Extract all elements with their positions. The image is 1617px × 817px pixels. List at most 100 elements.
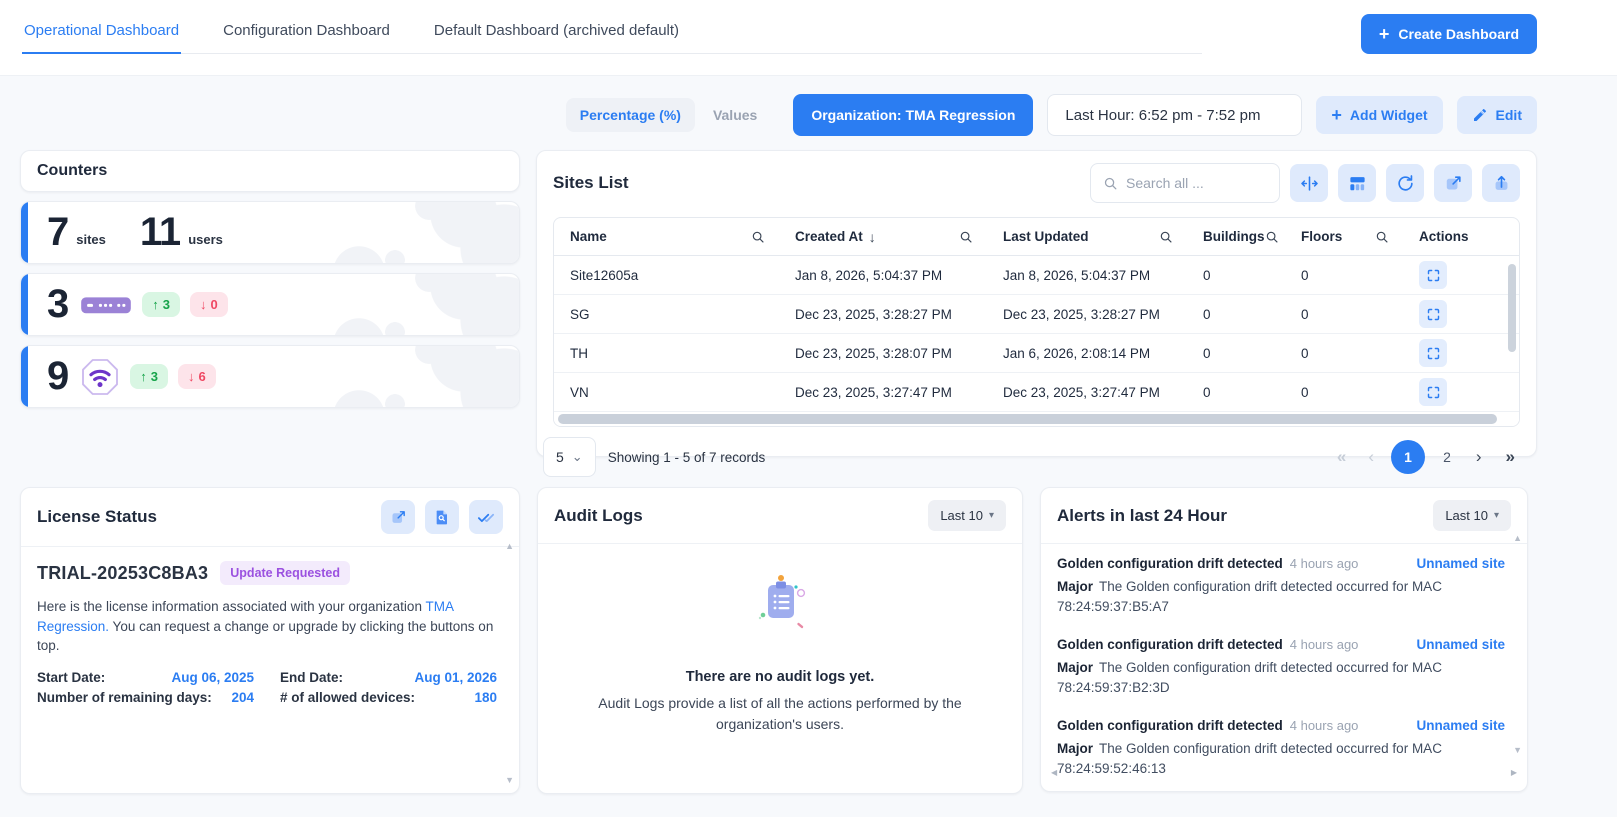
audit-logs-widget: Audit Logs Last 10 ▾: [537, 487, 1023, 794]
table-row[interactable]: VN Dec 23, 2025, 3:27:47 PM Dec 23, 2025…: [554, 373, 1519, 412]
counter-accent-bar: [21, 346, 28, 407]
scrollbar-thumb[interactable]: [558, 414, 1497, 424]
buildings-cell: 0: [1203, 307, 1301, 322]
column-resize-button[interactable]: [1290, 164, 1328, 202]
column-header-floors[interactable]: Floors: [1301, 229, 1419, 244]
alert-site-link[interactable]: Unnamed site: [1416, 556, 1505, 571]
manage-columns-button[interactable]: [1338, 164, 1376, 202]
horizontal-scroll-controls: ◀ ▶: [1051, 769, 1517, 777]
start-date-label: Start Date:: [37, 670, 105, 685]
percentage-toggle[interactable]: Percentage (%): [566, 98, 695, 132]
sites-table-header: Name Created At ↓ Last Updated Buildings: [554, 218, 1519, 256]
site-name-cell[interactable]: Site12605a: [570, 268, 795, 283]
document-search-icon: [434, 509, 450, 525]
audit-filter-dropdown[interactable]: Last 10 ▾: [928, 500, 1006, 531]
scroll-left-icon[interactable]: ◀: [1051, 769, 1057, 777]
page-2-button[interactable]: 2: [1435, 447, 1459, 467]
vertical-scrollbar[interactable]: [1507, 258, 1517, 410]
column-search-icon[interactable]: [1265, 230, 1279, 244]
open-fullscreen-button[interactable]: [1434, 164, 1472, 202]
list-item[interactable]: Golden configuration drift detected 4 ho…: [1057, 556, 1505, 616]
time-range-picker[interactable]: Last Hour: 6:52 pm - 7:52 pm: [1047, 94, 1302, 136]
column-search-icon[interactable]: [959, 230, 973, 244]
audit-empty-title: There are no audit logs yet.: [686, 669, 875, 685]
column-search-icon[interactable]: [751, 230, 765, 244]
scroll-right-icon[interactable]: ▶: [1511, 769, 1517, 777]
open-in-new-icon: [390, 509, 407, 526]
site-name-cell[interactable]: VN: [570, 385, 795, 400]
scroll-up-icon[interactable]: ▲: [1513, 534, 1522, 543]
license-approve-button[interactable]: [469, 500, 503, 534]
horizontal-scrollbar[interactable]: [554, 412, 1519, 426]
access-points-down-count: 6: [198, 369, 205, 384]
table-row[interactable]: Site12605a Jan 8, 2026, 5:04:37 PM Jan 8…: [554, 256, 1519, 295]
column-header-last-updated[interactable]: Last Updated: [1003, 229, 1203, 244]
scrollbar-thumb[interactable]: [1508, 264, 1516, 352]
license-start-date-row: Start Date: Aug 06, 2025: [37, 670, 254, 685]
column-header-created-at[interactable]: Created At ↓: [795, 229, 1003, 245]
table-row[interactable]: SG Dec 23, 2025, 3:28:27 PM Dec 23, 2025…: [554, 295, 1519, 334]
sites-search-input[interactable]: [1126, 175, 1256, 191]
column-label: Floors: [1301, 229, 1342, 244]
refresh-button[interactable]: [1386, 164, 1424, 202]
sort-descending-icon[interactable]: ↓: [869, 229, 876, 245]
previous-page-button[interactable]: ‹: [1361, 445, 1381, 469]
first-page-button[interactable]: «: [1330, 445, 1351, 469]
site-name-cell[interactable]: SG: [570, 307, 795, 322]
counters-widget: Counters 7 sites 11 users 3 ↑ 3 ↓ 0: [20, 150, 520, 408]
page-size-value: 5: [556, 449, 564, 465]
values-toggle[interactable]: Values: [699, 98, 771, 132]
tab-default-dashboard[interactable]: Default Dashboard (archived default): [432, 14, 681, 53]
column-header-buildings[interactable]: Buildings: [1203, 229, 1301, 244]
counter-card-sites-users[interactable]: 7 sites 11 users: [20, 201, 520, 264]
license-status-widget: License Status TRIAL-20253C8BA3 Update R…: [20, 487, 520, 794]
create-dashboard-button[interactable]: + Create Dashboard: [1361, 14, 1537, 54]
license-review-button[interactable]: [425, 500, 459, 534]
column-search-icon[interactable]: [1159, 230, 1173, 244]
edit-dashboard-button[interactable]: Edit: [1457, 96, 1537, 134]
scroll-down-icon[interactable]: ▼: [505, 776, 514, 785]
column-header-name[interactable]: Name: [570, 229, 795, 244]
expand-site-button[interactable]: [1419, 300, 1447, 328]
end-date-value: Aug 01, 2026: [414, 670, 497, 685]
alerts-filter-value: Last 10: [1445, 508, 1488, 523]
counter-card-switches[interactable]: 3 ↑ 3 ↓ 0: [20, 273, 520, 336]
expand-site-button[interactable]: [1419, 378, 1447, 406]
audit-empty-state: There are no audit logs yet. Audit Logs …: [538, 544, 1022, 735]
organization-selector-button[interactable]: Organization: TMA Regression: [793, 94, 1033, 136]
page-size-select[interactable]: 5 ⌄: [543, 437, 596, 477]
list-item[interactable]: Golden configuration drift detected 4 ho…: [1057, 637, 1505, 697]
tab-operational-dashboard[interactable]: Operational Dashboard: [22, 14, 181, 54]
alert-site-link[interactable]: Unnamed site: [1416, 718, 1505, 733]
site-name-cell[interactable]: TH: [570, 346, 795, 361]
counter-card-access-points[interactable]: 9 ↑ 3 ↓ 6: [20, 345, 520, 408]
column-search-icon[interactable]: [1375, 230, 1389, 244]
next-page-button[interactable]: ›: [1469, 445, 1489, 469]
scroll-down-icon[interactable]: ▼: [1513, 746, 1522, 755]
expand-site-button[interactable]: [1419, 261, 1447, 289]
expand-site-button[interactable]: [1419, 339, 1447, 367]
alert-site-link[interactable]: Unnamed site: [1416, 637, 1505, 652]
tab-configuration-dashboard[interactable]: Configuration Dashboard: [221, 14, 392, 53]
allowed-devices-label: # of allowed devices:: [280, 690, 415, 705]
scroll-up-icon[interactable]: ▲: [505, 542, 514, 551]
table-row[interactable]: TH Dec 23, 2025, 3:28:07 PM Jan 6, 2026,…: [554, 334, 1519, 373]
plus-icon: +: [1379, 25, 1390, 43]
alerts-filter-dropdown[interactable]: Last 10 ▾: [1433, 500, 1511, 531]
circles-decoration: [299, 274, 519, 335]
audit-filter-value: Last 10: [940, 508, 983, 523]
upload-icon: [1492, 174, 1511, 193]
created-at-cell: Jan 8, 2026, 5:04:37 PM: [795, 268, 1003, 283]
users-count: 11: [140, 210, 180, 255]
page-1-button[interactable]: 1: [1391, 440, 1425, 474]
add-widget-button[interactable]: + Add Widget: [1316, 96, 1442, 134]
floors-cell: 0: [1301, 307, 1419, 322]
last-page-button[interactable]: »: [1499, 445, 1520, 469]
license-allowed-devices-row: # of allowed devices: 180: [280, 690, 497, 705]
alert-message: The Golden configuration drift detected …: [1099, 741, 1442, 756]
records-summary: Showing 1 - 5 of 7 records: [608, 450, 766, 465]
alert-time: 4 hours ago: [1290, 637, 1359, 652]
export-button[interactable]: [1482, 164, 1520, 202]
license-open-button[interactable]: [381, 500, 415, 534]
audit-empty-description: Audit Logs provide a list of all the act…: [567, 693, 993, 735]
